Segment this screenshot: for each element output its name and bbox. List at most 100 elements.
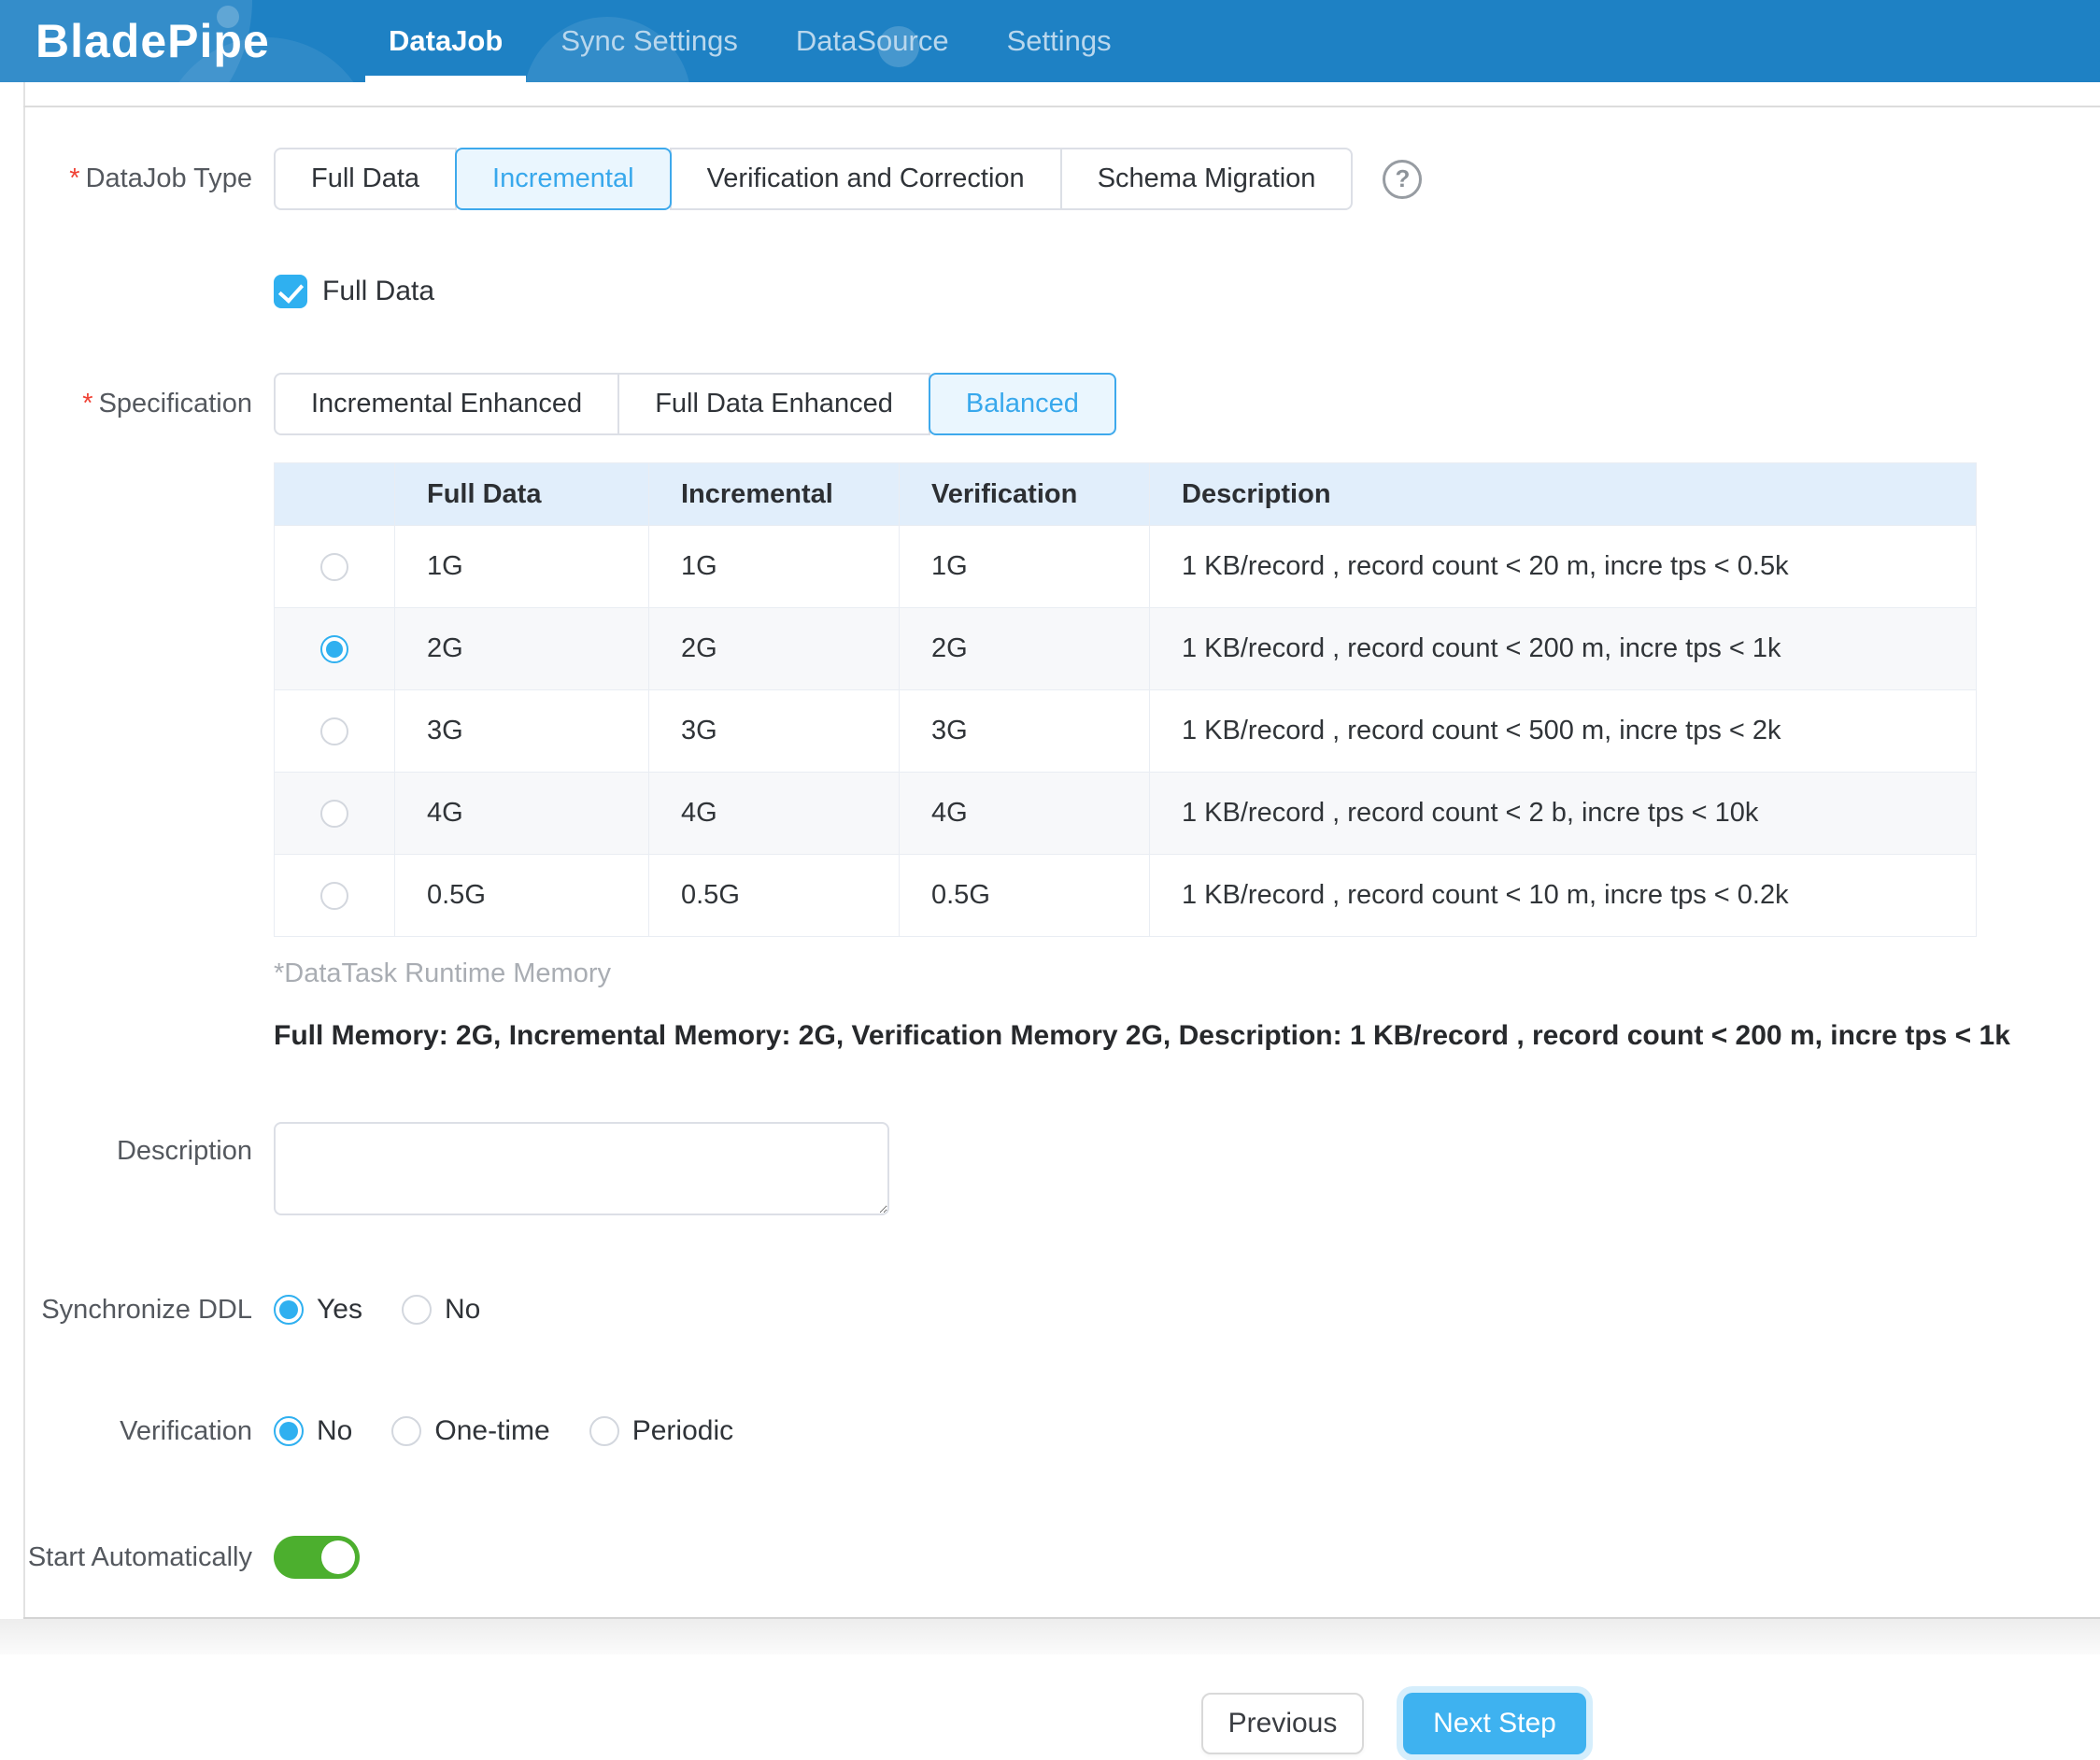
nav-tab-datasource[interactable]: DataSource xyxy=(767,0,978,82)
spec-cell-incremental: 4G xyxy=(649,773,900,855)
required-asterisk: * xyxy=(69,163,79,193)
spec-row-radio-cell xyxy=(275,773,395,855)
spec-cell-full-data: 0.5G xyxy=(395,855,649,937)
verification-radio-group: No One-time Periodic xyxy=(274,1403,773,1459)
spec-row-radio[interactable] xyxy=(320,635,348,663)
datajob-type-label: *DataJob Type xyxy=(0,148,252,210)
spec-table-header-row: Full DataIncrementalVerificationDescript… xyxy=(275,463,1977,526)
specification-row: *Specification Incremental EnhancedFull … xyxy=(0,373,2100,435)
radio-label: One-time xyxy=(434,1415,549,1447)
required-asterisk: * xyxy=(82,389,92,419)
verification-option-periodic[interactable]: Periodic xyxy=(589,1415,733,1447)
spec-table-column-description: Description xyxy=(1150,463,1977,526)
spec-cell-full-data: 1G xyxy=(395,526,649,608)
spec-cell-verification: 1G xyxy=(900,526,1150,608)
spec-cell-incremental: 3G xyxy=(649,690,900,773)
spec-row-radio[interactable] xyxy=(320,800,348,828)
spec-cell-description: 1 KB/record , record count < 200 m, incr… xyxy=(1150,608,1977,690)
verification-radio-no[interactable] xyxy=(274,1416,304,1446)
spec-cell-full-data: 4G xyxy=(395,773,649,855)
table-row[interactable]: 2G2G2G1 KB/record , record count < 200 m… xyxy=(275,608,1977,690)
spec-cell-verification: 0.5G xyxy=(900,855,1150,937)
verification-option-one-time[interactable]: One-time xyxy=(391,1415,549,1447)
verification-label: Verification xyxy=(0,1403,252,1459)
spec-cell-description: 1 KB/record , record count < 20 m, incre… xyxy=(1150,526,1977,608)
full-data-checkbox-label: Full Data xyxy=(322,276,434,307)
spec-cell-description: 1 KB/record , record count < 2 b, incre … xyxy=(1150,773,1977,855)
spec-cell-incremental: 2G xyxy=(649,608,900,690)
panel-top-border xyxy=(23,106,2100,107)
table-row[interactable]: 4G4G4G1 KB/record , record count < 2 b, … xyxy=(275,773,1977,855)
datajob-type-option-schema-migration[interactable]: Schema Migration xyxy=(1060,148,1354,210)
table-row[interactable]: 1G1G1G1 KB/record , record count < 20 m,… xyxy=(275,526,1977,608)
synchronize-ddl-radio-yes[interactable] xyxy=(274,1295,304,1325)
next-step-button[interactable]: Next Step xyxy=(1403,1693,1586,1754)
verification-radio-periodic[interactable] xyxy=(589,1416,619,1446)
brand-logo: BladePipe xyxy=(35,14,270,68)
specification-control: Incremental EnhancedFull Data EnhancedBa… xyxy=(274,373,1116,435)
spec-table-grid: Full DataIncrementalVerificationDescript… xyxy=(274,462,1977,937)
nav-bar: BladePipe DataJobSync SettingsDataSource… xyxy=(0,0,2100,82)
spec-cell-verification: 4G xyxy=(900,773,1150,855)
description-label: Description xyxy=(0,1122,252,1180)
radio-label: Periodic xyxy=(632,1415,733,1447)
spec-row-radio-cell xyxy=(275,608,395,690)
spec-row-radio-cell xyxy=(275,855,395,937)
spec-table-column-verification: Verification xyxy=(900,463,1150,526)
table-row[interactable]: 3G3G3G1 KB/record , record count < 500 m… xyxy=(275,690,1977,773)
datajob-type-control: Full DataIncrementalVerification and Cor… xyxy=(274,148,1422,210)
verification-option-no[interactable]: No xyxy=(274,1415,352,1447)
spec-table-column-full-data: Full Data xyxy=(395,463,649,526)
specification-label: *Specification xyxy=(0,373,252,435)
spec-row-radio[interactable] xyxy=(320,882,348,910)
spec-cell-description: 1 KB/record , record count < 10 m, incre… xyxy=(1150,855,1977,937)
full-data-checkbox-control: Full Data xyxy=(274,269,434,314)
spec-row-radio-cell xyxy=(275,690,395,773)
spec-cell-incremental: 1G xyxy=(649,526,900,608)
spec-cell-full-data: 2G xyxy=(395,608,649,690)
help-icon[interactable]: ? xyxy=(1383,160,1422,199)
spec-table-body: 1G1G1G1 KB/record , record count < 20 m,… xyxy=(275,526,1977,937)
previous-button[interactable]: Previous xyxy=(1201,1693,1364,1754)
runtime-memory-note: *DataTask Runtime Memory xyxy=(274,958,611,989)
synchronize-ddl-option-no[interactable]: No xyxy=(402,1294,480,1326)
synchronize-ddl-radio-no[interactable] xyxy=(402,1295,432,1325)
full-data-checkbox-row: Full Data xyxy=(0,269,2100,314)
full-data-checkbox[interactable] xyxy=(274,275,307,308)
datajob-type-segments: Full DataIncrementalVerification and Cor… xyxy=(274,148,1353,210)
description-textarea[interactable] xyxy=(274,1122,889,1215)
table-row[interactable]: 0.5G0.5G0.5G1 KB/record , record count <… xyxy=(275,855,1977,937)
nav-tabs: DataJobSync SettingsDataSourceSettings xyxy=(360,0,1141,82)
synchronize-ddl-option-yes[interactable]: Yes xyxy=(274,1294,362,1326)
start-automatically-control xyxy=(274,1529,360,1585)
spec-cell-full-data: 3G xyxy=(395,690,649,773)
start-automatically-label: Start Automatically xyxy=(0,1529,252,1585)
toggle-knob xyxy=(321,1540,355,1574)
footer-shadow-strip xyxy=(0,1619,2100,1654)
spec-table-radio-column-header xyxy=(275,463,395,526)
spec-cell-verification: 3G xyxy=(900,690,1150,773)
datajob-type-option-incremental[interactable]: Incremental xyxy=(455,148,672,210)
nav-tab-sync-settings[interactable]: Sync Settings xyxy=(532,0,767,82)
spec-row-radio[interactable] xyxy=(320,717,348,745)
start-automatically-toggle[interactable] xyxy=(274,1536,360,1579)
spec-table: Full DataIncrementalVerificationDescript… xyxy=(274,462,1977,937)
datajob-type-option-verification-and-correction[interactable]: Verification and Correction xyxy=(670,148,1062,210)
spec-row-radio[interactable] xyxy=(320,553,348,581)
spec-row-radio-cell xyxy=(275,526,395,608)
verification-row: Verification No One-time Periodic xyxy=(0,1403,2100,1459)
spec-cell-description: 1 KB/record , record count < 500 m, incr… xyxy=(1150,690,1977,773)
specification-segments: Incremental EnhancedFull Data EnhancedBa… xyxy=(274,373,1116,435)
memory-summary: Full Memory: 2G, Incremental Memory: 2G,… xyxy=(274,1020,2010,1052)
nav-tab-datajob[interactable]: DataJob xyxy=(360,0,532,82)
specification-option-balanced[interactable]: Balanced xyxy=(929,373,1116,435)
verification-radio-one-time[interactable] xyxy=(391,1416,421,1446)
specification-option-full-data-enhanced[interactable]: Full Data Enhanced xyxy=(617,373,930,435)
radio-label: No xyxy=(317,1415,352,1447)
spec-cell-incremental: 0.5G xyxy=(649,855,900,937)
nav-tab-settings[interactable]: Settings xyxy=(978,0,1141,82)
datajob-type-option-full-data[interactable]: Full Data xyxy=(274,148,457,210)
radio-label: Yes xyxy=(317,1294,362,1326)
specification-option-incremental-enhanced[interactable]: Incremental Enhanced xyxy=(274,373,619,435)
radio-label: No xyxy=(445,1294,480,1326)
